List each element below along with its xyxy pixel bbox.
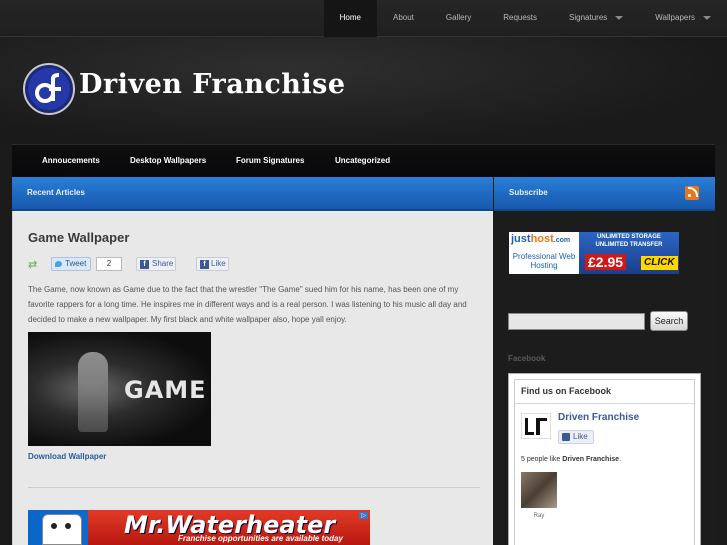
like-label: Like <box>211 259 226 268</box>
nav-home-label: Home <box>339 13 361 22</box>
facebook-page-like-button[interactable]: Like <box>558 430 594 444</box>
ad-brand-accent: host <box>530 233 554 245</box>
facebook-like-button[interactable]: f Like <box>196 257 229 271</box>
twitter-bird-icon <box>55 261 62 267</box>
like-count-text: 5 people like <box>521 456 563 463</box>
tweet-count: 2 <box>96 257 122 271</box>
category-uncategorized[interactable]: Uncategorized <box>335 145 390 178</box>
mascot-icon <box>42 514 82 545</box>
recent-articles-title: Recent Articles <box>27 188 85 197</box>
nav-signatures[interactable]: Signatures <box>553 0 639 37</box>
sidebar: justhost.com Professional Web Hosting UN… <box>493 211 715 545</box>
ad-brand: justhost.com <box>511 233 570 245</box>
category-forum-signatures[interactable]: Forum Signatures <box>236 145 304 178</box>
facebook-like-box: Find us on Facebook Driven Franchise Lik… <box>508 373 701 545</box>
download-wallpaper-link[interactable]: Download Wallpaper <box>28 452 106 461</box>
nav-wallpapers-label: Wallpapers <box>655 13 695 22</box>
facebook-icon: f <box>140 260 149 269</box>
waterheater-ad-banner[interactable]: Mr.Waterheater Franchise opportunities a… <box>28 510 370 545</box>
nav-wallpapers[interactable]: Wallpapers <box>639 0 727 37</box>
site-title[interactable]: Driven Franchise <box>79 69 346 100</box>
search-input[interactable] <box>508 313 645 330</box>
nav-gallery-label: Gallery <box>445 13 472 22</box>
rss-icon[interactable] <box>685 186 699 200</box>
facebook-share-button[interactable]: f Share <box>136 257 176 271</box>
thumbs-up-icon <box>562 433 570 441</box>
top-navigation-bar: Home About Gallery Requests Signatures W… <box>0 0 727 37</box>
facebook-widget-heading: Facebook <box>508 354 546 363</box>
nav-requests[interactable]: Requests <box>487 0 553 37</box>
share-arrows-icon[interactable]: ⇄ <box>28 258 37 271</box>
logo-f-shape <box>536 418 547 435</box>
ad-professional-text: Professional Web Hosting <box>512 252 576 270</box>
ad-right-panel: UNLIMITED STORAGE UNLIMITED TRANSFER £2.… <box>579 232 679 274</box>
facebook-page-name[interactable]: Driven Franchise <box>558 412 639 423</box>
ad-price: £2.95 <box>585 254 627 270</box>
justhost-ad-banner[interactable]: justhost.com Professional Web Hosting UN… <box>509 232 679 274</box>
logo-n-shape <box>525 418 534 435</box>
share-label: Share <box>152 259 174 268</box>
tweet-label: Tweet <box>65 259 87 268</box>
ad-click-button: CLICK <box>641 256 678 270</box>
search-button[interactable]: Search <box>650 311 688 331</box>
fan-name[interactable]: Ray <box>521 513 557 519</box>
tweet-button[interactable]: Tweet <box>51 257 91 271</box>
fan-avatar[interactable] <box>521 472 557 508</box>
site-header: Driven Franchise <box>0 37 727 144</box>
wallpaper-word: GAME <box>124 376 207 404</box>
main-content: Game Wallpaper ⇄ Tweet 2 f Share f Like … <box>12 211 493 545</box>
nav-home[interactable]: Home <box>323 0 377 37</box>
chevron-down-icon <box>703 15 711 20</box>
subscribe-header: Subscribe <box>494 177 715 211</box>
facebook-icon: f <box>200 260 209 269</box>
ad-brand-suffix: .com <box>553 237 571 244</box>
post-body: The Game, now known as Game due to the f… <box>28 285 467 324</box>
nav-requests-label: Requests <box>503 13 538 22</box>
nav-signatures-label: Signatures <box>569 13 608 22</box>
page-like-label: Like <box>573 432 588 441</box>
ad-unlimited-text: UNLIMITED STORAGE UNLIMITED TRANSFER <box>595 234 663 248</box>
category-annoucements[interactable]: Annoucements <box>42 145 100 178</box>
nav-about-label: About <box>392 13 414 22</box>
post-title[interactable]: Game Wallpaper <box>28 230 129 245</box>
like-count-page[interactable]: Driven Franchise <box>562 456 619 463</box>
ad-tagline: Franchise opportunities are available to… <box>178 534 343 543</box>
facebook-like-box-inner: Find us on Facebook Driven Franchise Lik… <box>514 379 695 545</box>
nav-gallery[interactable]: Gallery <box>430 0 487 37</box>
wallpaper-thumbnail[interactable]: GAME <box>28 332 211 446</box>
recent-articles-header: Recent Articles <box>12 177 493 211</box>
adchoices-icon[interactable]: ▷ <box>359 512 368 519</box>
nav-about[interactable]: About <box>377 0 430 37</box>
ad-brand-main: just <box>511 233 531 245</box>
facebook-like-count: 5 people like Driven Franchise. <box>521 456 621 463</box>
like-count-suffix: . <box>619 456 622 463</box>
ad-left-panel: justhost.com Professional Web Hosting <box>509 232 579 274</box>
chevron-down-icon <box>615 15 624 20</box>
post-divider <box>28 487 480 488</box>
top-nav-menu: Home About Gallery Requests Signatures W… <box>323 0 727 37</box>
category-desktop-wallpapers[interactable]: Desktop Wallpapers <box>130 145 206 178</box>
rapper-figure-image <box>78 352 108 432</box>
facebook-box-title[interactable]: Find us on Facebook <box>515 380 694 404</box>
category-navigation: Annoucements Desktop Wallpapers Forum Si… <box>12 144 715 177</box>
subscribe-title: Subscribe <box>509 188 548 197</box>
nf-page-logo-icon[interactable] <box>521 413 551 439</box>
df-logo-icon[interactable] <box>23 63 75 115</box>
share-toolbar: ⇄ Tweet 2 f Share f Like <box>28 257 428 271</box>
